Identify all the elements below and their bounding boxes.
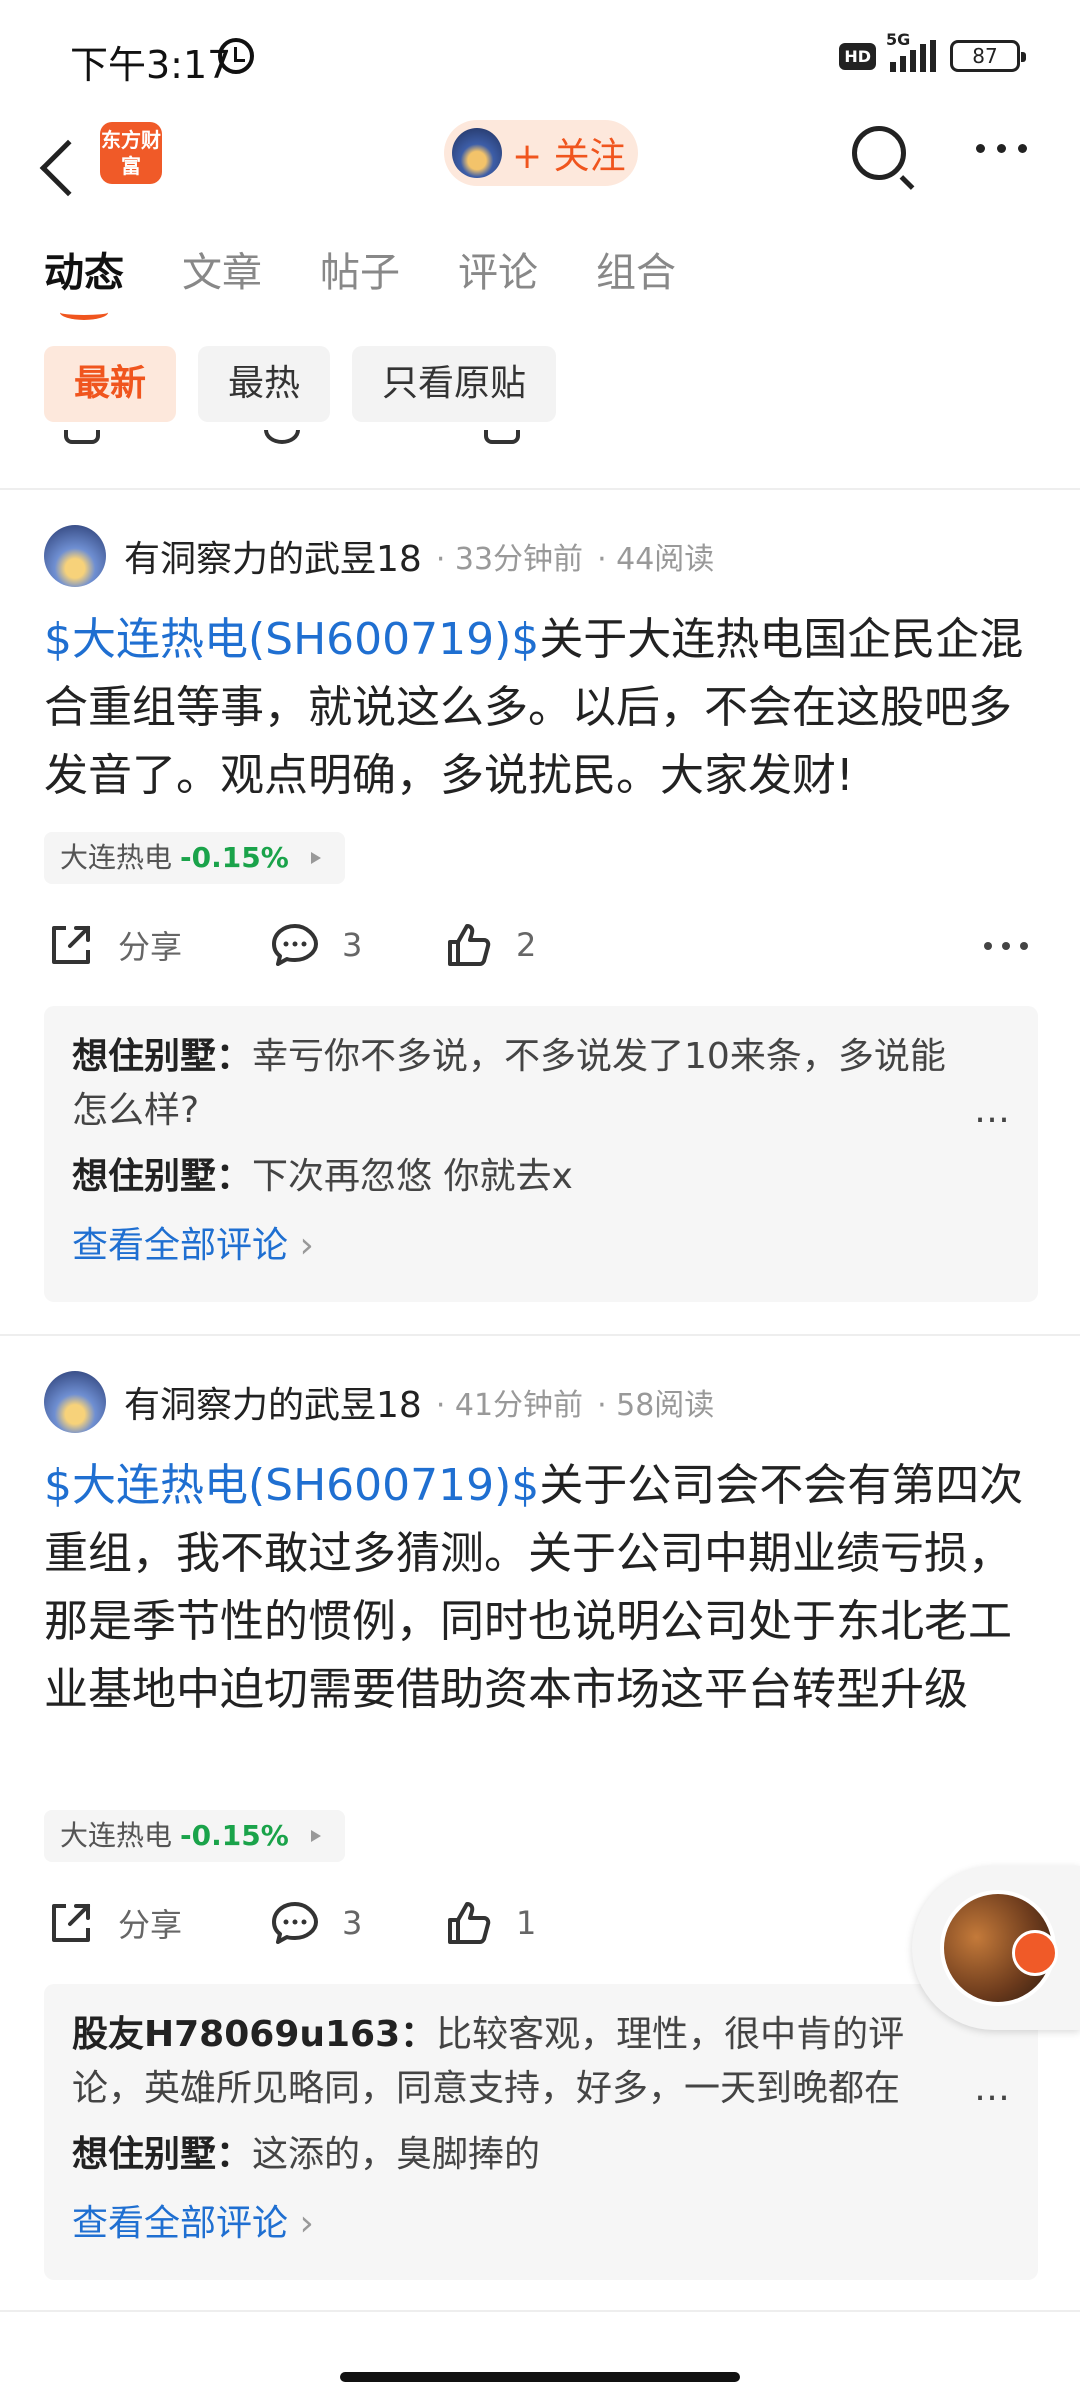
post-actions: 分享 3 2 — [44, 918, 1036, 978]
ellipsis-icon: … — [974, 1090, 1010, 1131]
chevron-right-icon: › — [299, 2203, 314, 2244]
post-card[interactable]: 有洞察力的武昱18 · 41分钟前 · 58阅读 $大连热电(SH600719)… — [0, 1370, 1080, 2300]
tab-comments[interactable]: 评论 — [458, 240, 538, 298]
home-indicator[interactable] — [340, 2372, 740, 2382]
comment-item[interactable]: 想住别墅：这添的，臭脚捧的 — [72, 2128, 1010, 2182]
comment-item[interactable]: 想住别墅：下次再忽悠 你就去x — [72, 1150, 1010, 1204]
divider — [0, 2310, 1080, 2312]
stock-name: 大连热电 — [60, 1819, 173, 1852]
tab-portfolio[interactable]: 组合 — [596, 240, 676, 298]
like-button[interactable]: 1 — [442, 1896, 536, 1950]
post-content[interactable]: $大连热电(SH600719)$关于公司会不会有第四次重组，我不敢过多猜测。关于… — [44, 1452, 1036, 1724]
hd-icon: HD — [839, 42, 876, 70]
post-time: · 41分钟前 — [435, 1388, 584, 1423]
network-type: 5G — [886, 30, 911, 49]
like-count: 2 — [516, 926, 537, 964]
stock-change: -0.15% — [180, 1819, 289, 1852]
view-all-label: 查看全部评论 — [72, 1225, 289, 1266]
status-indicators: HD 5G 87 — [839, 30, 1026, 72]
comment-button[interactable]: 3 — [268, 1896, 362, 1950]
like-button[interactable]: 2 — [442, 918, 536, 972]
comment-count: 3 — [342, 926, 363, 964]
back-arrow-icon[interactable] — [39, 139, 97, 197]
tab-posts[interactable]: 帖子 — [320, 240, 400, 298]
chevron-right-icon: › — [299, 1225, 314, 1266]
avatar[interactable] — [44, 525, 106, 587]
stock-change: -0.15% — [180, 841, 289, 874]
thumbs-up-icon — [448, 924, 491, 966]
divider — [0, 1334, 1080, 1336]
filter-hottest[interactable]: 最热 — [198, 346, 331, 422]
post-time: · 33分钟前 — [435, 542, 584, 577]
view-all-label: 查看全部评论 — [72, 2203, 289, 2244]
comment-button[interactable]: 3 — [268, 918, 362, 972]
top-header: 东方财富 + 关注 — [0, 110, 1080, 260]
share-label: 分享 — [118, 1906, 183, 1944]
post-author[interactable]: 有洞察力的武昱18 · 41分钟前 · 58阅读 — [44, 1370, 714, 1434]
share-button[interactable]: 分享 — [44, 1896, 182, 1950]
post-author[interactable]: 有洞察力的武昱18 · 33分钟前 · 44阅读 — [44, 524, 714, 588]
more-icon[interactable] — [976, 144, 1027, 153]
stock-tag-link[interactable]: $大连热电(SH600719)$ — [44, 1460, 539, 1511]
floating-ad-button[interactable] — [912, 1866, 1080, 2030]
floating-avatar-icon — [940, 1890, 1058, 2006]
comment-icon — [272, 1902, 318, 1944]
stock-tag-link[interactable]: $大连热电(SH600719)$ — [44, 614, 539, 665]
author-name[interactable]: 有洞察力的武昱18 — [124, 530, 422, 582]
app-logo: 东方财富 — [100, 122, 162, 184]
tab-dynamic[interactable]: 动态 — [44, 240, 124, 320]
comment-user[interactable]: 想住别墅： — [72, 1036, 252, 1077]
share-icon — [52, 926, 90, 964]
stock-quote-chip[interactable]: 大连热电 -0.15% — [44, 832, 345, 884]
thumbs-up-icon — [448, 1902, 491, 1944]
tab-articles[interactable]: 文章 — [182, 240, 262, 298]
comment-icon — [272, 924, 318, 966]
comment-item[interactable]: 想住别墅：幸亏你不多说，不多说发了10来条，多说能怎么样?… — [72, 1030, 1010, 1138]
post-card[interactable]: 有洞察力的武昱18 · 33分钟前 · 44阅读 $大连热电(SH600719)… — [0, 524, 1080, 1304]
comment-count: 3 — [342, 1904, 363, 1942]
battery-icon: 87 — [950, 40, 1026, 72]
follow-label: + 关注 — [512, 136, 626, 177]
post-content[interactable]: $大连热电(SH600719)$关于大连热电国企民企混合重组等事，就说这么多。以… — [44, 606, 1036, 810]
comment-text: 下次再忽悠 你就去x — [252, 1156, 573, 1197]
status-time: 下午3:17 — [70, 43, 232, 87]
stock-name: 大连热电 — [60, 841, 173, 874]
status-bar: 下午3:17 HD 5G 87 — [0, 0, 1080, 110]
ellipsis-icon: … — [974, 2062, 1010, 2116]
comment-user[interactable]: 想住别墅： — [72, 2134, 252, 2175]
comment-item[interactable]: 股友H78069u163：比较客观，理性，很中肯的评论，英雄所见略同，同意支持，… — [72, 2008, 1010, 2116]
more-options-icon[interactable] — [984, 942, 1028, 950]
comment-preview[interactable]: 股友H78069u163：比较客观，理性，很中肯的评论，英雄所见略同，同意支持，… — [44, 1984, 1038, 2280]
signal-icon: 5G — [886, 30, 936, 72]
follow-button[interactable]: + 关注 — [444, 120, 638, 186]
filter-original-only[interactable]: 只看原贴 — [352, 346, 557, 422]
tab-bar: 动态 文章 帖子 评论 组合 — [44, 240, 676, 320]
avatar — [452, 128, 502, 178]
stock-quote-chip[interactable]: 大连热电 -0.15% — [44, 1810, 345, 1862]
filter-latest[interactable]: 最新 — [44, 346, 177, 422]
divider — [0, 488, 1080, 490]
view-all-comments-link[interactable]: 查看全部评论 › — [72, 1216, 1010, 1268]
share-button[interactable]: 分享 — [44, 918, 182, 972]
like-count: 1 — [516, 1904, 537, 1942]
alarm-icon — [218, 38, 254, 74]
post-reads: · 44阅读 — [597, 542, 715, 577]
comment-user[interactable]: 想住别墅： — [72, 1156, 252, 1197]
filter-bar: 最新 最热 只看原贴 — [44, 346, 557, 422]
previous-post-actions — [44, 430, 1044, 454]
post-actions: 分享 3 1 — [44, 1896, 1036, 1956]
comment-text: 这添的，臭脚捧的 — [252, 2134, 541, 2175]
comment-preview[interactable]: 想住别墅：幸亏你不多说，不多说发了10来条，多说能怎么样?… 想住别墅：下次再忽… — [44, 1006, 1038, 1302]
author-name[interactable]: 有洞察力的武昱18 — [124, 1376, 422, 1428]
post-reads: · 58阅读 — [597, 1388, 715, 1423]
share-label: 分享 — [118, 928, 183, 966]
search-icon[interactable] — [852, 126, 906, 180]
view-all-comments-link[interactable]: 查看全部评论 › — [72, 2194, 1010, 2246]
comment-user[interactable]: 股友H78069u163： — [72, 2014, 436, 2055]
share-icon — [52, 1904, 90, 1942]
avatar[interactable] — [44, 1371, 106, 1433]
